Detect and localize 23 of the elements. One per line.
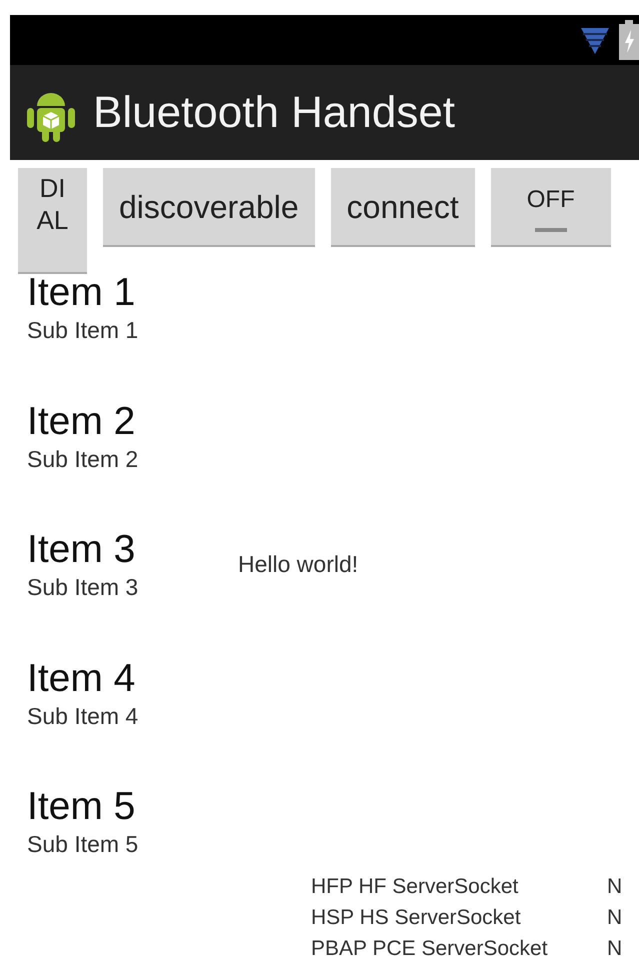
list-item-title[interactable]: Item 3: [27, 528, 136, 572]
app-title: Bluetooth Handset: [93, 90, 456, 134]
list-item-title[interactable]: Item 2: [27, 400, 136, 444]
list-item-subtitle: Sub Item 3: [27, 573, 138, 602]
socket-status: N: [607, 936, 624, 962]
socket-name: PBAP PCE ServerSocket: [311, 936, 549, 962]
action-button[interactable]: DIAL: [18, 168, 87, 274]
list-item-subtitle: Sub Item 2: [27, 444, 138, 474]
socket-status: N: [607, 905, 624, 931]
list-item-title[interactable]: Item 4: [27, 656, 136, 700]
socket-name: HSP HS ServerSocket: [311, 905, 522, 931]
list-item-title[interactable]: Item 5: [27, 785, 136, 829]
toggle-button[interactable]: OFF: [490, 168, 611, 247]
battery-icon: [619, 20, 639, 60]
action-button[interactable]: discoverable: [103, 168, 315, 247]
list-item-subtitle: Sub Item 1: [27, 316, 138, 345]
hello-text: Hello world!: [238, 550, 358, 579]
socket-name: HFP HF ServerSocket: [311, 874, 520, 900]
list-item-subtitle: Sub Item 5: [27, 830, 138, 859]
action-button[interactable]: connect: [330, 168, 475, 247]
list-item-title[interactable]: Item 1: [27, 271, 136, 315]
list-item-subtitle: Sub Item 4: [27, 702, 138, 730]
socket-status: N: [607, 874, 624, 900]
